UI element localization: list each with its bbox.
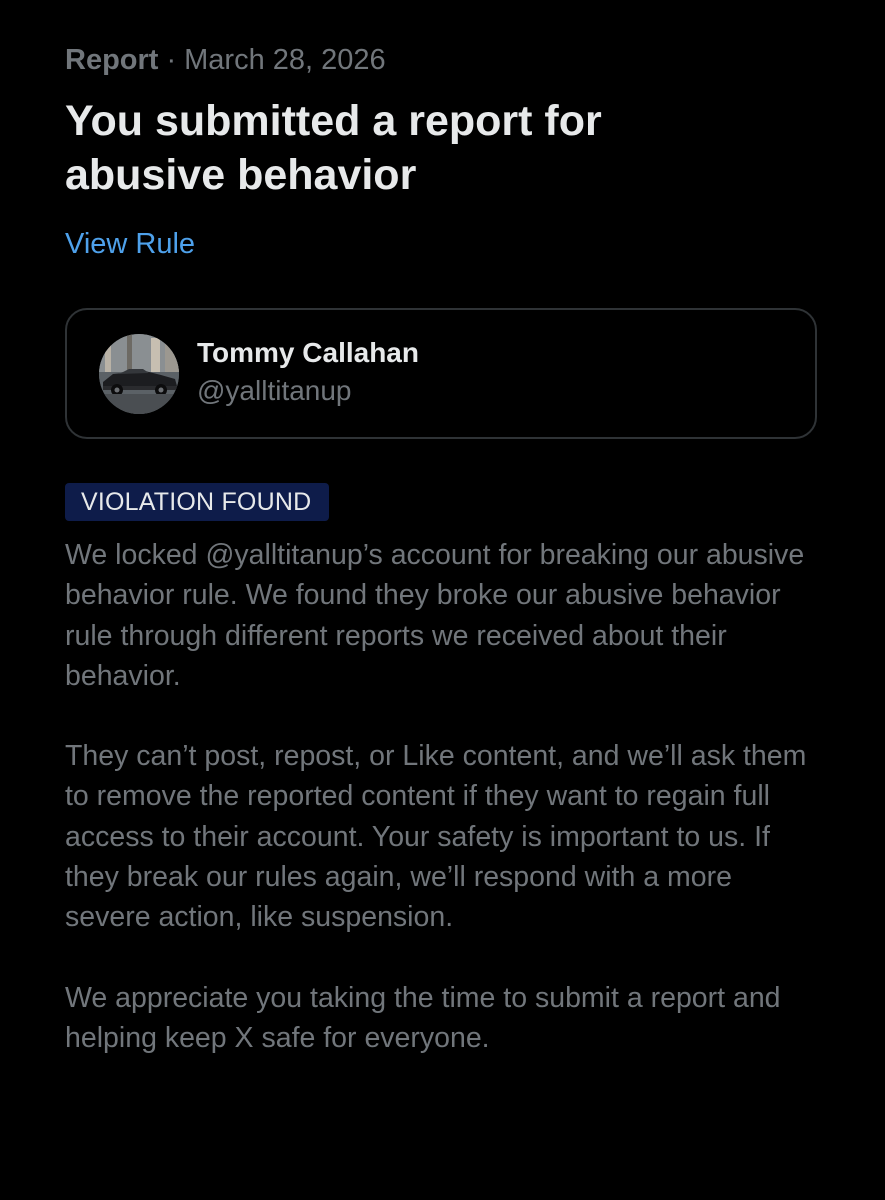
report-type-label: Report (65, 44, 159, 76)
report-date: March 28, 2026 (184, 44, 386, 76)
report-detail: Report · March 28, 2026 You submitted a re… (65, 40, 825, 1098)
user-info: Tommy Callahan @yalltitanup (197, 334, 419, 410)
page-title: You submitted a report for abusive behav… (65, 97, 602, 199)
avatar[interactable] (99, 333, 179, 414)
report-body: We locked @yalltitanup’s account for bre… (65, 535, 825, 1058)
meta-separator: · (166, 44, 177, 76)
report-meta: Report · March 28, 2026 (65, 40, 825, 80)
profile-photo-car-icon (99, 333, 179, 414)
violation-status-badge: VIOLATION FOUND (65, 483, 330, 521)
reported-user-card[interactable]: Tommy Callahan @yalltitanup (65, 308, 817, 439)
body-paragraph-1: We locked @yalltitanup’s account for bre… (65, 539, 805, 692)
user-handle[interactable]: @yalltitanup (197, 372, 419, 410)
body-paragraph-2: They can’t post, repost, or Like content… (65, 740, 807, 934)
user-display-name[interactable]: Tommy Callahan (197, 334, 419, 372)
body-paragraph-3: We appreciate you taking the time to sub… (65, 981, 781, 1054)
view-rule-link[interactable]: View Rule (65, 224, 195, 264)
